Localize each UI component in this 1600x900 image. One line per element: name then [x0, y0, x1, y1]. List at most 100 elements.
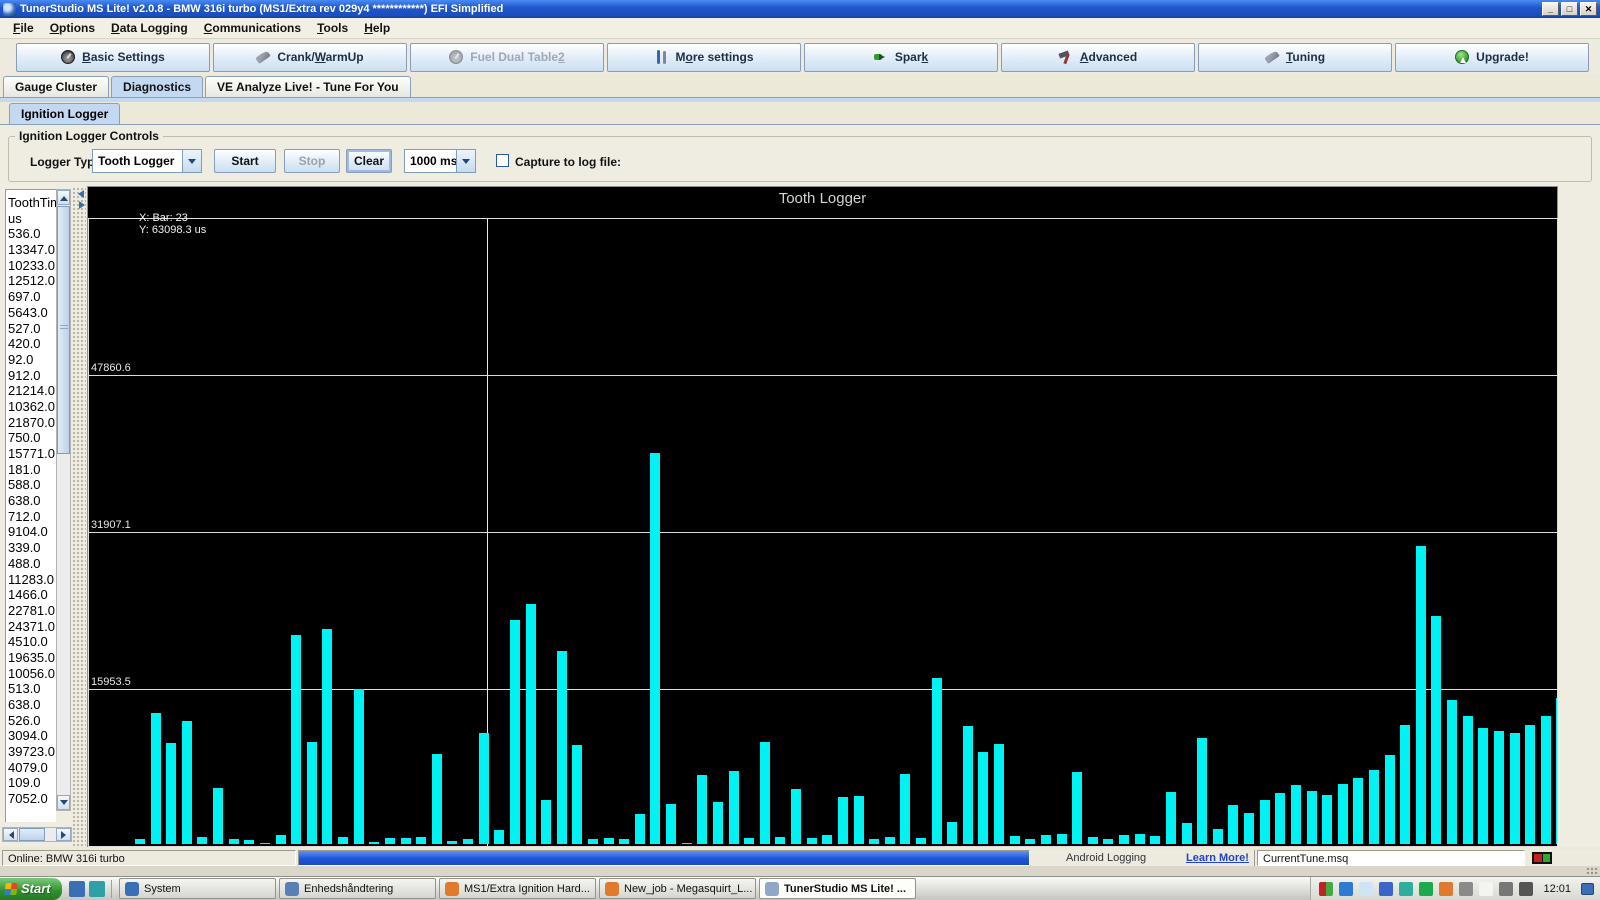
task-button-ms1-extra-ignition-hard[interactable]: MS1/Extra Ignition Hard...: [439, 878, 596, 899]
maximize-button[interactable]: □: [1561, 2, 1578, 16]
blue-app-tray-icon[interactable]: [1339, 882, 1353, 896]
toolbar-button-label: Advanced: [1080, 50, 1137, 64]
scroll-down-button[interactable]: [57, 795, 70, 810]
collapse-left-icon[interactable]: [74, 190, 84, 198]
tooth-bar-17: [401, 838, 411, 844]
snowflake-tray-icon[interactable]: [1399, 882, 1413, 896]
scroll-left-button[interactable]: [3, 828, 18, 841]
list-horizontal-scrollbar[interactable]: [2, 827, 72, 842]
tab-diagnostics[interactable]: Diagnostics: [111, 76, 203, 97]
list-item: us: [8, 211, 56, 227]
menu-item-help[interactable]: Help: [356, 19, 398, 38]
desktop-screen: TunerStudio MS Lite! v2.0.8 - BMW 316i t…: [0, 0, 1600, 900]
interval-select[interactable]: 1000 ms: [404, 149, 476, 173]
start-button-taskbar[interactable]: Start: [0, 878, 62, 900]
tooth-bar-32: [635, 814, 645, 844]
document-tray-icon[interactable]: [1359, 882, 1373, 896]
basic-settings-button[interactable]: Basic Settings: [16, 43, 210, 72]
clear-button[interactable]: Clear: [346, 149, 392, 173]
tooth-bar-36: [697, 775, 707, 844]
task-button-system[interactable]: System: [119, 878, 276, 899]
list-item: 10056.0: [8, 666, 56, 682]
upgrade-button[interactable]: Upgrade!: [1395, 43, 1589, 72]
stop-button[interactable]: Stop: [284, 149, 340, 173]
minimize-button[interactable]: _: [1542, 2, 1559, 16]
split-divider[interactable]: [72, 187, 86, 847]
list-item: 4079.0: [8, 760, 56, 776]
fuel-dual-table2-button[interactable]: Fuel Dual Table2: [410, 43, 604, 72]
status-separator: [1254, 850, 1255, 866]
y-axis-tick-label: 15953.5: [91, 676, 131, 688]
flag-tray-icon[interactable]: [1459, 882, 1473, 896]
volume-tray-icon[interactable]: [1519, 882, 1533, 896]
scrollbar-thumb[interactable]: [57, 206, 70, 454]
scrollbar-thumb[interactable]: [19, 828, 45, 841]
quick-launch-browser-icon[interactable]: [69, 881, 85, 897]
resize-grip-icon[interactable]: [1586, 867, 1598, 875]
tooth-bar-91: [1556, 698, 1558, 844]
tooth-bar-60: [1072, 772, 1082, 844]
tooth-bar-77: [1338, 784, 1348, 844]
tab-ignition-logger[interactable]: Ignition Logger: [9, 103, 120, 124]
more-settings-button[interactable]: More settings: [607, 43, 801, 72]
list-vertical-scrollbar[interactable]: [56, 189, 71, 811]
gauge-icon: [449, 50, 463, 64]
scroll-right-button[interactable]: [56, 828, 71, 841]
tuning-button[interactable]: Tuning: [1198, 43, 1392, 72]
task-app-icon: [605, 882, 619, 896]
tooth-bar-70: [1228, 805, 1238, 844]
list-item: 21214.0: [8, 383, 56, 399]
tooth-bar-40: [760, 742, 770, 844]
scroll-up-button[interactable]: [57, 190, 70, 205]
list-item: 3094.0: [8, 728, 56, 744]
crank-warmup-button[interactable]: Crank/WarmUp: [213, 43, 407, 72]
tooth-bar-22: [479, 733, 489, 844]
quick-launch-desktop-icon[interactable]: [89, 881, 105, 897]
interval-dropdown-button[interactable]: [456, 150, 475, 172]
main-tabs: Gauge ClusterDiagnosticsVE Analyze Live!…: [3, 76, 411, 97]
close-button[interactable]: ✕: [1580, 2, 1597, 16]
logger-type-dropdown-button[interactable]: [182, 150, 201, 172]
tooth-bar-37: [713, 802, 723, 844]
logger-type-value: Tooth Logger: [93, 150, 182, 172]
tooth-bar-2: [166, 743, 176, 844]
advanced-button[interactable]: Advanced: [1001, 43, 1195, 72]
signal-tray-icon[interactable]: [1499, 882, 1513, 896]
tooth-bar-23: [494, 830, 504, 844]
menu-item-options[interactable]: Options: [42, 19, 103, 38]
capture-checkbox[interactable]: [496, 154, 509, 167]
task-button-tunerstudio-ms-lite[interactable]: TunerStudio MS Lite! ...: [759, 878, 916, 899]
ati-tray-icon[interactable]: [1319, 882, 1333, 896]
title-bar[interactable]: TunerStudio MS Lite! v2.0.8 - BMW 316i t…: [0, 0, 1600, 18]
menu-item-file[interactable]: File: [5, 19, 42, 38]
wrench-icon: [256, 50, 271, 64]
menu-item-communications[interactable]: Communications: [196, 19, 309, 38]
show-desktop-icon[interactable]: [1581, 883, 1594, 895]
progress-bar: [298, 850, 1030, 866]
list-item: 109.0: [8, 775, 56, 791]
green-circle-tray-icon[interactable]: [1419, 882, 1433, 896]
task-button-new-job-megasquirt-l[interactable]: New_job - Megasquirt_L...: [599, 878, 756, 899]
tooth-bar-68: [1197, 738, 1207, 844]
start-button[interactable]: Start: [214, 149, 276, 173]
tab-ve-analyze-live-tune-for-you[interactable]: VE Analyze Live! - Tune For You: [205, 76, 411, 97]
menu-item-data-logging[interactable]: Data Logging: [103, 19, 196, 38]
learn-more-link[interactable]: Learn More!: [1186, 852, 1249, 864]
battery-tray-icon[interactable]: [1479, 882, 1493, 896]
task-button-enhedsh-ndtering[interactable]: Enhedshåndtering: [279, 878, 436, 899]
tooth-bar-76: [1322, 795, 1332, 844]
tooth-bar-65: [1150, 836, 1160, 844]
sync-tray-icon[interactable]: [1379, 882, 1393, 896]
toolbar: Basic SettingsCrank/WarmUpFuel Dual Tabl…: [0, 40, 1600, 74]
menu-item-tools[interactable]: Tools: [309, 19, 356, 38]
tooth-bar-55: [994, 744, 1004, 844]
tab-gauge-cluster[interactable]: Gauge Cluster: [3, 76, 109, 97]
chart-title: Tooth Logger: [88, 190, 1557, 207]
orange-app-tray-icon[interactable]: [1439, 882, 1453, 896]
rx-led: [1534, 854, 1542, 862]
logger-type-select[interactable]: Tooth Logger: [92, 149, 202, 173]
list-item: 526.0: [8, 713, 56, 729]
list-item: 638.0: [8, 697, 56, 713]
spark-button[interactable]: Spark: [804, 43, 998, 72]
chart-plot-area[interactable]: 47860.631907.115953.5: [88, 218, 1558, 847]
